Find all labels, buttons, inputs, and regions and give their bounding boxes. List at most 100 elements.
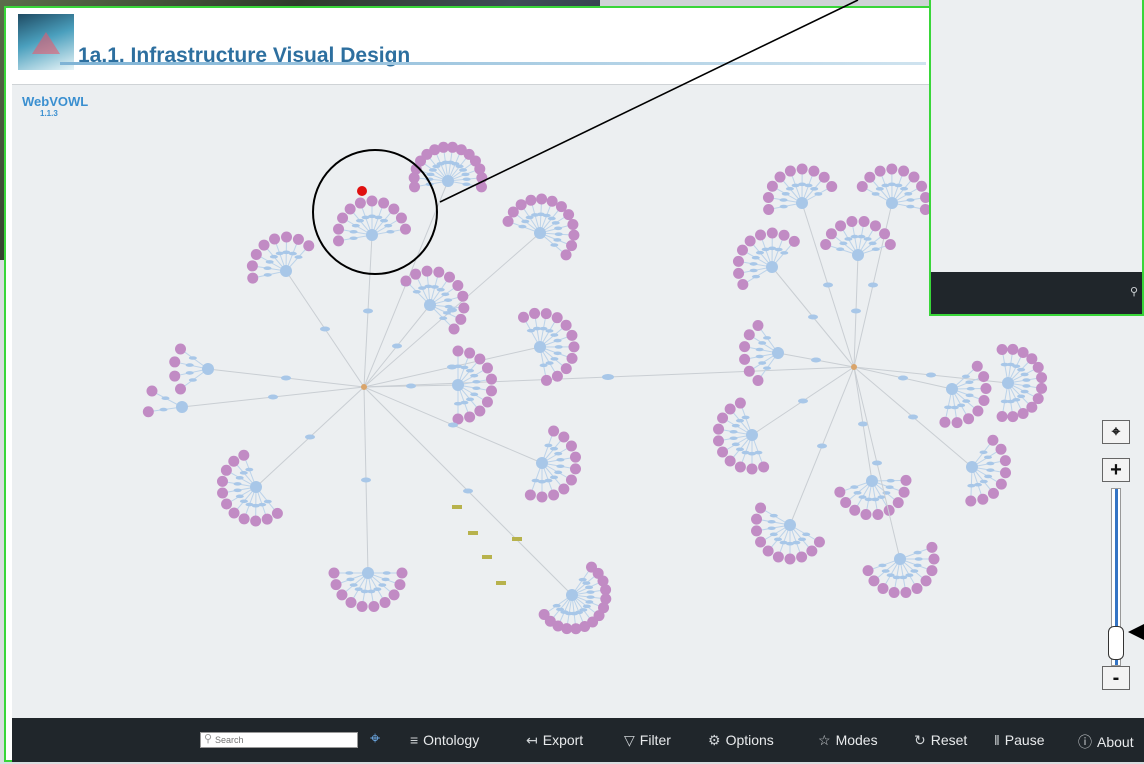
property-node: [556, 607, 565, 612]
property-node: [582, 604, 591, 609]
property-node: [185, 371, 194, 375]
zoom-control[interactable]: ⌖ + -: [1102, 420, 1132, 690]
property-node: [872, 460, 882, 466]
property-node: [961, 374, 970, 379]
property-node: [361, 477, 371, 483]
class-node: [834, 486, 846, 498]
property-node: [263, 499, 272, 504]
property-node: [294, 255, 303, 259]
ontology-menu[interactable]: ≡ Ontology: [410, 732, 479, 748]
class-node: [567, 218, 579, 230]
class-node: [733, 267, 745, 279]
property-node: [900, 186, 909, 191]
property-node: [428, 168, 437, 172]
property-node: [858, 421, 868, 427]
property-node: [233, 488, 242, 493]
overlay-toolbar: ⚲: [931, 272, 1142, 314]
class-node: [169, 370, 181, 382]
class-node: [536, 491, 548, 503]
zoom-slider-handle[interactable]: [1108, 626, 1124, 660]
property-node: [844, 237, 853, 241]
class-node: [820, 238, 832, 250]
class-node: [378, 197, 390, 209]
reset-button[interactable]: ↻ Reset: [914, 732, 967, 749]
property-node: [767, 519, 776, 524]
class-node: [784, 553, 796, 565]
property-node: [779, 540, 788, 545]
property-node: [345, 571, 354, 575]
filter-menu[interactable]: ▽ Filter: [624, 732, 671, 749]
property-node: [751, 274, 760, 279]
cluster-node: [746, 429, 758, 441]
class-node: [146, 385, 158, 397]
property-node: [268, 394, 278, 400]
pause-button[interactable]: ‖ Pause: [994, 732, 1045, 748]
property-node: [731, 423, 740, 428]
search-box[interactable]: ⚲: [200, 732, 358, 748]
property-node: [436, 287, 445, 292]
class-node: [1007, 343, 1019, 355]
class-node: [563, 209, 575, 221]
property-node: [585, 585, 594, 590]
property-node: [462, 182, 471, 187]
center-icon: ⌖: [1111, 423, 1121, 440]
individual-node: [468, 531, 478, 535]
class-node: [345, 596, 357, 608]
class-node: [743, 365, 755, 377]
property-node: [965, 393, 974, 398]
property-node: [553, 238, 562, 242]
zoom-out-button[interactable]: -: [1102, 666, 1130, 690]
overlay-window: ⚲: [929, 0, 1144, 316]
search-input[interactable]: [215, 733, 355, 747]
about-menu[interactable]: ⓘ About: [1078, 732, 1134, 752]
property-node: [758, 361, 767, 365]
class-node: [216, 475, 228, 487]
class-node: [502, 215, 514, 227]
class-node: [481, 396, 493, 408]
property-node: [378, 583, 387, 587]
center-graph-button[interactable]: ⌖: [1102, 420, 1130, 444]
class-node: [464, 347, 476, 359]
class-node: [772, 551, 784, 563]
property-node: [1020, 389, 1029, 394]
property-node: [984, 474, 993, 479]
cluster-node: [280, 265, 292, 277]
property-node: [355, 218, 364, 223]
class-node: [1036, 382, 1048, 394]
property-node: [531, 478, 540, 483]
class-node: [872, 508, 884, 520]
class-node: [928, 553, 940, 565]
class-node: [874, 165, 886, 177]
class-node: [996, 344, 1008, 356]
cluster-node: [946, 383, 958, 395]
property-node: [263, 273, 272, 277]
class-node: [485, 373, 497, 385]
locate-icon[interactable]: ⌖: [370, 728, 380, 749]
cluster-node: [424, 299, 436, 311]
property-node: [586, 595, 595, 599]
class-node: [763, 203, 775, 215]
class-node: [908, 171, 920, 183]
modes-menu[interactable]: ☆ Modes: [818, 732, 878, 749]
class-node: [737, 279, 749, 291]
class-node: [330, 579, 342, 591]
class-node: [228, 507, 240, 519]
search-icon[interactable]: ⚲: [1130, 285, 1138, 298]
options-menu[interactable]: ⚙ Options: [708, 732, 774, 749]
property-node: [542, 213, 551, 218]
property-node: [1022, 384, 1031, 388]
class-node: [806, 545, 818, 557]
property-node: [442, 311, 451, 315]
cluster-node: [966, 461, 978, 473]
zoom-in-button[interactable]: +: [1102, 458, 1130, 482]
menu-icon: ≡: [410, 732, 419, 748]
class-node: [877, 582, 889, 594]
property-node: [926, 372, 936, 378]
class-node: [344, 203, 356, 215]
property-node: [384, 223, 393, 228]
class-node: [755, 229, 767, 241]
property-node: [439, 316, 448, 321]
property-node: [979, 479, 988, 484]
star-icon: ☆: [818, 732, 831, 748]
export-menu[interactable]: ↤ Export: [526, 732, 583, 749]
